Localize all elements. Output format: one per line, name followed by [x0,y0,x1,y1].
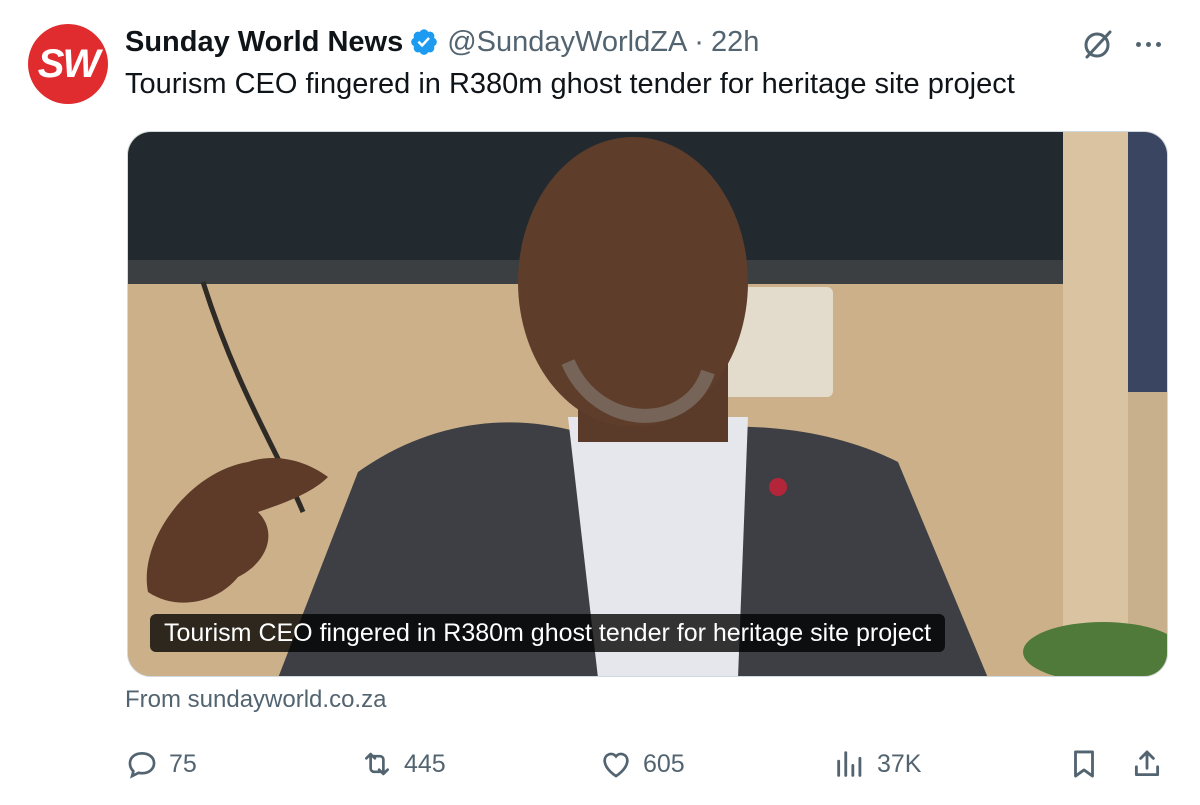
heart-icon [603,752,629,778]
views-button[interactable]: 37K [833,742,921,786]
views-count: 37K [877,749,922,778]
verified-badge-icon [411,29,438,55]
avatar-text: SW [37,41,100,86]
timestamp[interactable]: 22h [711,26,759,59]
bookmark-button[interactable] [1067,742,1101,786]
card-source[interactable]: From sundayworld.co.za [125,686,386,714]
ellipsis-icon[interactable] [1128,26,1168,62]
card-photo [128,132,1167,676]
tweet-text: Tourism CEO fingered in R380m ghost tend… [125,68,1015,100]
action-bar: 75 445 605 37K [125,742,1175,786]
tweet: SW Sunday World News @SundayWorldZA · 22… [0,0,1200,805]
grok-icon[interactable] [1080,26,1116,62]
bookmark-icon [1074,750,1094,778]
tweet-header: Sunday World News @SundayWorldZA · 22h [125,22,759,62]
card-caption: Tourism CEO fingered in R380m ghost tend… [150,614,946,652]
like-count: 605 [643,749,685,778]
repost-button[interactable]: 445 [360,742,446,786]
link-card[interactable]: Tourism CEO fingered in R380m ghost tend… [127,131,1168,677]
reply-count: 75 [169,749,197,778]
avatar[interactable]: SW [28,24,108,104]
handle[interactable]: @SundayWorldZA [447,26,687,59]
reply-icon [128,752,156,779]
repost-icon [365,752,389,776]
share-button[interactable] [1130,742,1164,786]
share-icon [1134,750,1160,777]
separator-dot: · [694,25,704,58]
repost-count: 445 [404,749,446,778]
display-name[interactable]: Sunday World News [125,26,403,59]
views-icon [837,751,862,777]
reply-button[interactable]: 75 [125,742,197,786]
like-button[interactable]: 605 [599,742,685,786]
